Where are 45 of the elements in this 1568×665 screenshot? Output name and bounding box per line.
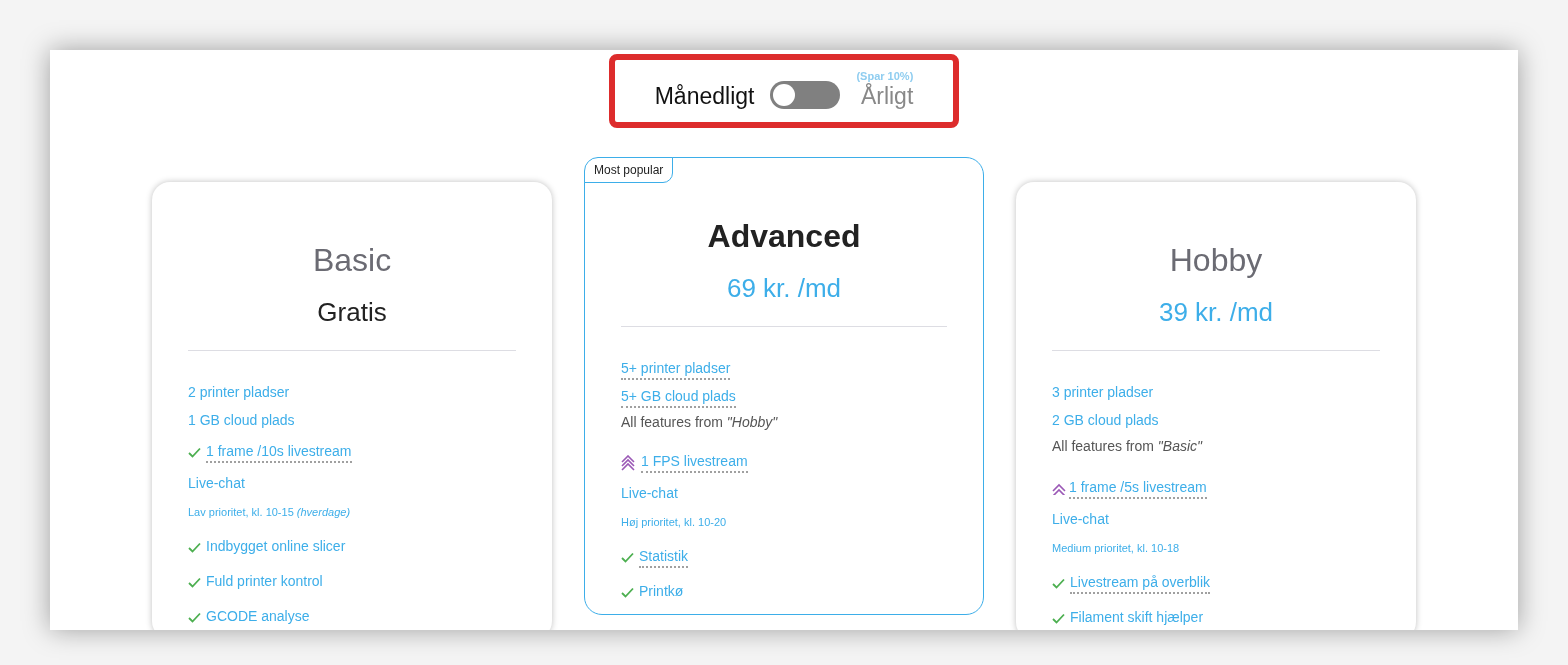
priority-note: Høj prioritet, kl. 10-20 xyxy=(621,515,727,531)
check-icon xyxy=(1052,578,1065,589)
check-icon xyxy=(621,552,634,563)
feature-text: Filament skift hjælper xyxy=(1070,608,1204,627)
plan-price: 39 kr. /md xyxy=(1157,296,1275,328)
most-popular-badge: Most popular xyxy=(584,157,674,183)
feature-text: 1 GB cloud plads xyxy=(188,410,295,430)
feature-text: 5+ GB cloud plads xyxy=(621,386,736,408)
feature-text: Statistik xyxy=(639,547,688,568)
feature-text: 3 printer pladser xyxy=(1052,382,1154,402)
check-icon xyxy=(188,612,201,623)
check-icon xyxy=(188,542,201,553)
plan-name: Basic xyxy=(311,241,393,280)
feature-text: 2 printer pladser xyxy=(188,382,290,402)
plan-name: Advanced xyxy=(706,217,862,256)
priority-note: Lav prioritet, kl. 10-15 (hverdage) xyxy=(188,505,351,521)
check-icon xyxy=(188,577,201,588)
feature-text: GCODE analyse xyxy=(206,607,310,626)
feature-text: 1 FPS livestream xyxy=(641,452,748,473)
check-icon xyxy=(621,587,634,598)
plan-price: Gratis xyxy=(316,296,388,328)
billing-toggle[interactable] xyxy=(770,81,841,109)
priority-note: Medium prioritet, kl. 10-18 xyxy=(1052,541,1180,557)
feature-text: Indbygget online slicer xyxy=(206,537,346,556)
yearly-label[interactable]: Årligt xyxy=(860,82,914,110)
feature-text: All features from "Hobby" xyxy=(621,413,778,432)
plan-price: 69 kr. /md xyxy=(725,272,843,304)
feature-text: Live-chat xyxy=(1052,509,1109,529)
feature-text: Livestream på overblik xyxy=(1070,573,1211,594)
chevrons-up-icon xyxy=(1052,482,1066,495)
feature-text: 5+ printer pladser xyxy=(621,358,731,380)
chevrons-up-icon xyxy=(621,454,635,471)
feature-text: 1 frame /5s livestream xyxy=(1069,478,1207,499)
feature-text: Live-chat xyxy=(621,483,678,503)
feature-text: All features from "Basic" xyxy=(1052,437,1202,456)
check-icon xyxy=(188,447,201,458)
feature-text: Live-chat xyxy=(188,473,245,493)
feature-text: Printkø xyxy=(639,582,684,601)
plan-name: Hobby xyxy=(1168,241,1264,280)
monthly-label[interactable]: Månedligt xyxy=(654,82,755,110)
feature-text: 2 GB cloud plads xyxy=(1052,410,1159,430)
check-icon xyxy=(1052,613,1065,624)
feature-text: 1 frame /10s livestream xyxy=(206,442,352,463)
feature-text: Fuld printer kontrol xyxy=(206,572,323,591)
savings-note: (Spar 10%) xyxy=(856,70,914,82)
